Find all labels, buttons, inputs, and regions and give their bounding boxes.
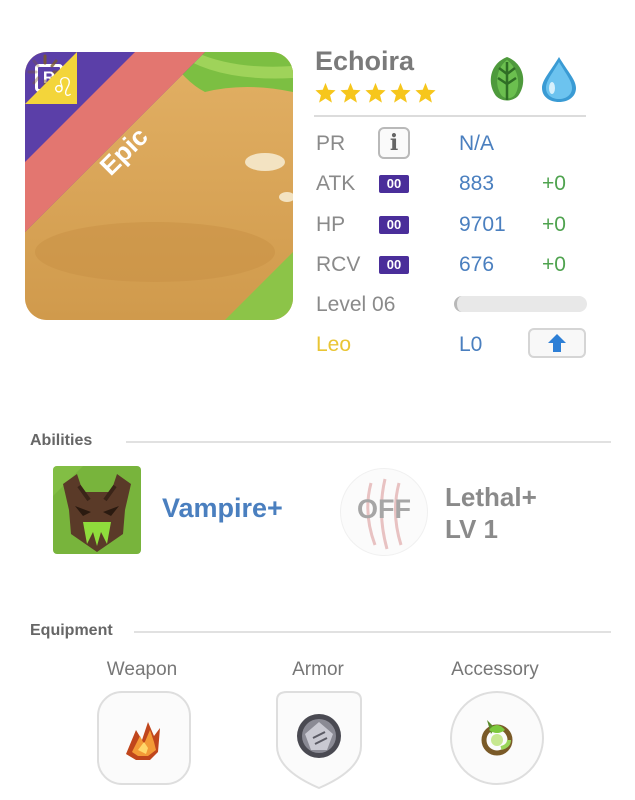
rcv-value: 676 <box>459 253 495 276</box>
ability-off-label: OFF <box>357 494 411 524</box>
star-icon <box>315 82 336 103</box>
atk-plus-badge: 00 <box>379 175 409 193</box>
level-label: Level 06 <box>316 293 396 316</box>
pr-value: N/A <box>459 132 495 155</box>
abilities-divider <box>126 441 611 443</box>
accessory-slot[interactable] <box>449 690 545 790</box>
weapon-label: Weapon <box>106 659 178 680</box>
zodiac-level: L0 <box>459 333 483 356</box>
lethal-ability-name[interactable]: Lethal+ <box>445 482 537 513</box>
stat-row-atk: ATK 00 883 +0 <box>314 166 594 198</box>
rcv-plus-badge: 00 <box>379 256 409 274</box>
name-divider <box>314 115 586 117</box>
stat-row-zodiac: Leo L0 <box>314 327 594 359</box>
leaf-element-icon <box>490 57 524 101</box>
pr-label: PR <box>316 132 346 155</box>
upgrade-button[interactable] <box>528 328 586 358</box>
lethal-ability-level: LV 1 <box>445 514 498 544</box>
stat-row-hp: HP 00 9701 +0 <box>314 207 594 239</box>
leo-zodiac-icon: ♌ <box>25 52 77 104</box>
zodiac-label: Leo <box>316 333 352 356</box>
stat-row-rcv: RCV 00 676 +0 <box>314 247 594 279</box>
armor-icon <box>297 714 341 758</box>
svg-text:♌: ♌ <box>51 73 74 103</box>
abilities-title: Abilities <box>30 432 93 449</box>
atk-label: ATK <box>316 172 356 195</box>
star-icon <box>365 82 386 103</box>
stat-row-level: Level 06 <box>314 287 594 319</box>
stat-row-pr: PR i N/A <box>314 126 594 159</box>
weapon-slot[interactable] <box>96 690 192 790</box>
hero-name: Echoira <box>315 46 415 76</box>
armor-label: Armor <box>292 659 344 680</box>
arrow-up-icon <box>548 334 566 352</box>
star-icon <box>390 82 411 103</box>
water-element-icon <box>542 57 576 102</box>
hp-plus-badge: 00 <box>379 216 409 234</box>
star-icon <box>415 82 436 103</box>
rcv-label: RCV <box>316 253 361 276</box>
hp-label: HP <box>316 213 346 236</box>
accessory-label: Accessory <box>451 659 539 680</box>
atk-value: 883 <box>459 172 495 195</box>
level-progress-bar <box>454 296 587 312</box>
hp-bonus: +0 <box>542 213 566 236</box>
atk-bonus: +0 <box>542 172 566 195</box>
hp-value: 9701 <box>459 213 506 236</box>
equipment-divider <box>134 631 611 633</box>
star-rating <box>314 82 437 104</box>
equipment-title: Equipment <box>30 622 113 639</box>
vampire-ability-icon[interactable] <box>53 466 141 554</box>
armor-slot[interactable] <box>273 690 365 790</box>
info-button[interactable]: i <box>378 127 410 159</box>
vampire-ability-name[interactable]: Vampire+ <box>162 493 283 524</box>
star-icon <box>340 82 361 103</box>
hero-portrait[interactable]: R Epic ♌ <box>25 52 293 320</box>
rcv-bonus: +0 <box>542 253 566 276</box>
